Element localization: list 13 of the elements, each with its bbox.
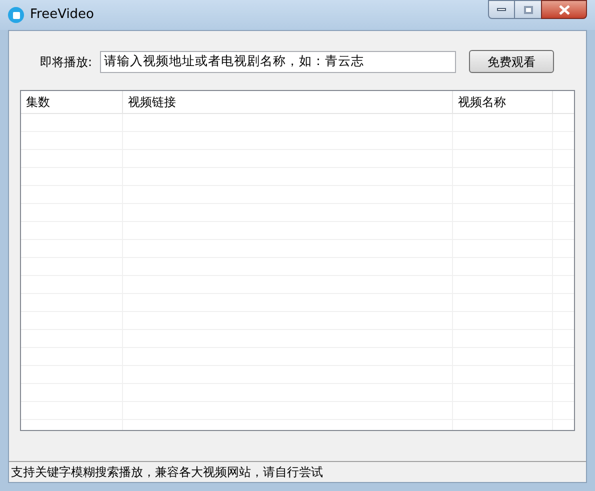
column-header[interactable]: 视频名称: [453, 91, 553, 113]
status-text: 支持关键字模糊搜索播放，兼容各大视频网站，请自行尝试: [11, 464, 323, 481]
app-icon: [8, 7, 24, 23]
window-title: FreeVideo: [30, 6, 94, 24]
column-header[interactable]: 集数: [21, 91, 123, 113]
minimize-button[interactable]: [488, 0, 515, 19]
column-header[interactable]: 视频链接: [123, 91, 453, 113]
maximize-button[interactable]: [515, 0, 541, 19]
url-input-field[interactable]: 请输入视频地址或者电视剧名称，如：青云志: [100, 50, 456, 72]
play-label: 即将播放:: [40, 54, 94, 70]
close-button[interactable]: [541, 0, 587, 19]
close-icon: [558, 4, 570, 14]
watch-free-button[interactable]: 免费观看: [469, 50, 554, 73]
